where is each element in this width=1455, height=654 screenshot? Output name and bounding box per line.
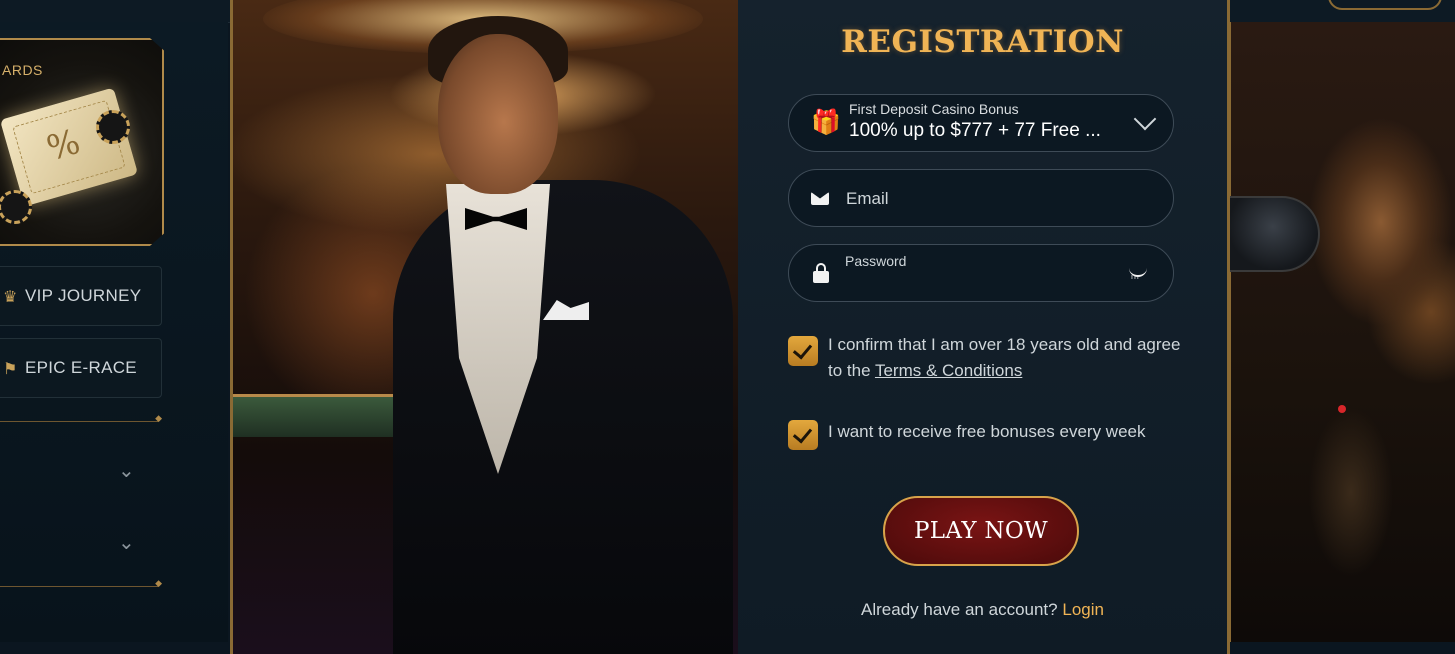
face-image xyxy=(438,34,558,194)
sidebar: ARDS % ♛ VIP JOURNEY ⚑ EPIC E-RACE ⌄ ⌄ xyxy=(0,22,228,642)
gift-icon: 🎁 xyxy=(811,108,841,136)
password-input[interactable] xyxy=(844,267,1148,303)
bonus-select[interactable]: 🎁 First Deposit Casino Bonus 100% up to … xyxy=(788,94,1174,152)
chevron-down-icon[interactable] xyxy=(1133,107,1157,131)
email-input[interactable] xyxy=(844,170,1148,228)
bonus-caption: First Deposit Casino Bonus xyxy=(849,101,1019,117)
rewards-card[interactable]: ARDS % xyxy=(0,38,164,246)
sidebar-item-epic-e-race[interactable]: ⚑ EPIC E-RACE xyxy=(0,338,162,398)
lock-icon xyxy=(813,263,829,283)
registration-form: REGISTRATION 🎁 First Deposit Casino Bonu… xyxy=(738,0,1227,654)
login-prompt: Already have an account? Login xyxy=(738,600,1227,620)
flag-icon: ⚑ xyxy=(3,358,18,378)
registration-modal: REGISTRATION 🎁 First Deposit Casino Bonu… xyxy=(230,0,1230,654)
discount-ticket-image: % xyxy=(0,87,139,207)
top-header-button[interactable] xyxy=(1328,0,1442,10)
sidebar-item-vip-journey[interactable]: ♛ VIP JOURNEY xyxy=(0,266,162,326)
chevron-down-icon[interactable]: ⌄ xyxy=(118,530,135,554)
password-field[interactable]: Password xyxy=(788,244,1174,303)
age-confirm-row: I confirm that I am over 18 years old an… xyxy=(788,332,1188,384)
rewards-label: ARDS xyxy=(2,62,43,78)
login-prompt-text: Already have an account? xyxy=(861,600,1058,619)
background-hero-image xyxy=(1228,22,1455,642)
bonus-optin-row: I want to receive free bonuses every wee… xyxy=(788,416,1188,450)
bonus-optin-label: I want to receive free bonuses every wee… xyxy=(828,422,1146,441)
email-field[interactable] xyxy=(788,169,1174,228)
casino-chip-icon xyxy=(0,190,32,224)
crown-icon: ♛ xyxy=(3,286,18,306)
sidebar-item-label: VIP JOURNEY xyxy=(25,286,142,305)
age-confirm-text: I confirm that I am over 18 years old an… xyxy=(828,332,1188,384)
percent-symbol: % xyxy=(42,121,85,170)
sidebar-divider xyxy=(0,579,162,589)
bonus-optin-checkbox[interactable] xyxy=(788,420,818,450)
terms-link[interactable]: Terms & Conditions xyxy=(875,361,1022,380)
casino-chip-icon xyxy=(96,110,130,144)
bonus-selected-value: 100% up to $777 + 77 Free ... xyxy=(849,120,1101,141)
sidebar-item-label: EPIC E-RACE xyxy=(25,358,137,377)
login-link[interactable]: Login xyxy=(1062,600,1104,619)
play-now-button[interactable]: PLAY NOW xyxy=(883,496,1079,566)
envelope-icon xyxy=(811,192,829,205)
page-title: REGISTRATION xyxy=(841,24,1124,60)
chevron-down-icon[interactable]: ⌄ xyxy=(118,458,135,482)
sidebar-divider xyxy=(0,414,162,424)
red-dot-marker xyxy=(1338,405,1346,413)
modal-hero-image xyxy=(233,0,738,654)
sunglasses-image xyxy=(1228,196,1320,272)
man-in-tuxedo-image xyxy=(393,180,733,654)
age-confirm-checkbox[interactable] xyxy=(788,336,818,366)
